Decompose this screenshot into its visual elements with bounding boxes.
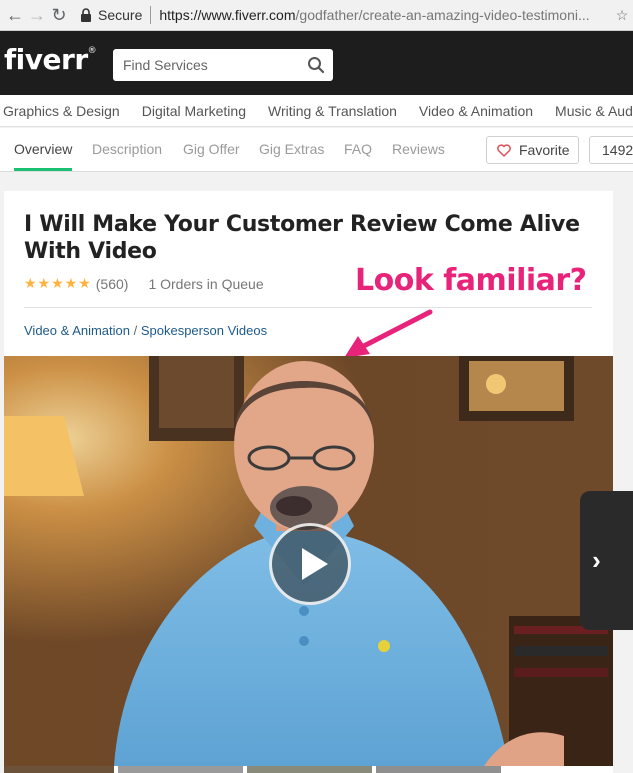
favorite-button[interactable]: Favorite xyxy=(486,136,579,164)
breadcrumb-subcategory[interactable]: Spokesperson Videos xyxy=(141,323,267,338)
search-box xyxy=(113,49,333,81)
search-icon[interactable] xyxy=(307,56,325,74)
breadcrumb-separator: / xyxy=(130,323,141,338)
category-video-animation[interactable]: Video & Animation xyxy=(419,103,533,119)
search-input[interactable] xyxy=(113,56,303,74)
orders-in-queue: 1 Orders in Queue xyxy=(148,275,264,292)
lock-icon xyxy=(81,8,91,22)
fiverr-logo[interactable]: fiverr® xyxy=(4,43,97,76)
chevron-right-icon[interactable]: › xyxy=(580,491,633,630)
gig-title: I Will Make Your Customer Review Come Al… xyxy=(24,212,580,264)
play-button[interactable] xyxy=(269,523,351,605)
tab-faq[interactable]: FAQ xyxy=(344,141,372,157)
gig-video[interactable] xyxy=(4,356,613,766)
tab-overview[interactable]: Overview xyxy=(14,141,72,157)
tab-gig-offer[interactable]: Gig Offer xyxy=(183,141,240,157)
thumbnail[interactable] xyxy=(4,766,114,773)
heart-icon xyxy=(497,143,511,157)
video-thumbnail-strip xyxy=(4,766,613,773)
thumbnail[interactable] xyxy=(247,766,372,773)
breadcrumb: Video & Animation / Spokesperson Videos xyxy=(24,323,267,338)
url-path: /godfather/create-an-amazing-video-testi… xyxy=(295,7,590,23)
site-header: fiverr® xyxy=(0,31,633,95)
thumbnail[interactable] xyxy=(118,766,243,773)
active-tab-indicator xyxy=(14,168,72,171)
favorite-label: Favorite xyxy=(519,142,570,158)
category-digital-marketing[interactable]: Digital Marketing xyxy=(142,103,246,119)
rating-count[interactable]: (560) xyxy=(96,276,129,292)
reload-icon[interactable]: ↻ xyxy=(48,4,70,26)
divider xyxy=(24,307,592,308)
browser-toolbar: ← → ↻ Secure https://www.fiverr.com/godf… xyxy=(0,0,633,31)
back-arrow-icon[interactable]: ← xyxy=(4,4,26,26)
category-writing-translation[interactable]: Writing & Translation xyxy=(268,103,397,119)
category-graphics-design[interactable]: Graphics & Design xyxy=(3,103,120,119)
play-icon xyxy=(302,548,328,580)
url-separator xyxy=(150,6,152,24)
category-nav: Graphics & Design Digital Marketing Writ… xyxy=(0,95,633,127)
annotation-text: Look familiar? xyxy=(355,263,587,298)
url-host: https://www.fiverr.com xyxy=(159,7,296,23)
bookmark-star-icon[interactable]: ☆ xyxy=(611,7,633,24)
tab-gig-extras[interactable]: Gig Extras xyxy=(259,141,324,157)
favorite-count: 1492 xyxy=(589,136,633,164)
rating-row: ★★★★★ (560) 1 Orders in Queue xyxy=(24,275,264,292)
thumbnail[interactable] xyxy=(376,766,501,773)
tab-reviews[interactable]: Reviews xyxy=(392,141,445,157)
star-rating: ★★★★★ xyxy=(24,275,92,291)
registered-mark: ® xyxy=(87,45,97,56)
tab-description[interactable]: Description xyxy=(92,141,162,157)
address-bar[interactable]: https://www.fiverr.com/godfather/create-… xyxy=(159,7,611,23)
breadcrumb-category[interactable]: Video & Animation xyxy=(24,323,130,338)
logo-text: fiverr xyxy=(4,43,88,76)
gig-tabs: Overview Description Gig Offer Gig Extra… xyxy=(0,128,633,172)
forward-arrow-icon[interactable]: → xyxy=(26,4,48,26)
secure-label: Secure xyxy=(98,7,143,23)
category-music-audio[interactable]: Music & Aud xyxy=(555,103,633,119)
